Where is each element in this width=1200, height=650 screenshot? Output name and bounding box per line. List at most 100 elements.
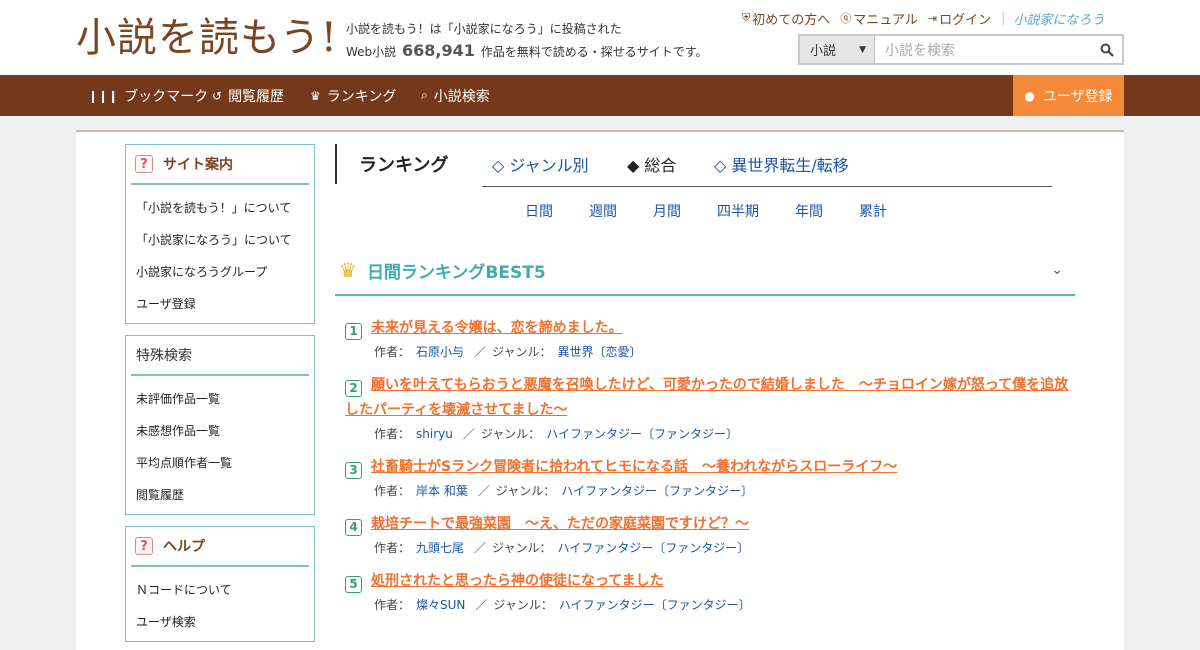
sidebar-item-narou-group[interactable]: 小説家になろうグループ xyxy=(126,255,314,287)
author-label: 作者： xyxy=(374,427,411,441)
top-links: ⛨ 初めての方へ ⓠ マニュアル ⇥ ログイン | 小説家になろう xyxy=(742,8,1124,28)
novel-title-link[interactable]: 願いを叶えてもらおうと悪魔を召喚したけど、可愛かったので結婚しました ～チョロイ… xyxy=(345,377,1068,418)
nav-bookmark[interactable]: ❙❙❙ ブックマーク xyxy=(88,75,208,116)
novel-title-link[interactable]: 未来が見える令嬢は、恋を諦めました。 xyxy=(371,320,623,336)
sidebar-item-avg-score-authors[interactable]: 平均点順作者一覧 xyxy=(126,446,314,478)
sidebar-help-title: ヘルプ xyxy=(163,539,205,555)
manual-link[interactable]: ⓠ マニュアル xyxy=(840,9,918,28)
period-tabs: 日間 週間 月間 四半期 年間 累計 xyxy=(525,201,923,221)
novel-title-link[interactable]: 社畜騎士がSランク冒険者に拾われてヒモになる話 ～養われながらスローライフ～ xyxy=(371,459,897,475)
genre-link[interactable]: 異世界〔恋愛〕 xyxy=(557,345,641,359)
ranking-tabs: ◇ ジャンル別 ◆ 総合 ◇ 異世界転生/転移 xyxy=(482,144,1052,187)
sidebar-item-history[interactable]: 閲覧履歴 xyxy=(126,478,314,510)
author-link[interactable]: shiryu xyxy=(416,427,453,441)
genre-link[interactable]: ハイファンタジー〔ファンタジー〕 xyxy=(557,541,749,555)
tagline-line2: Web小説 668,941 作品を無料で読める・探せるサイトです。 xyxy=(346,40,708,63)
genre-link[interactable]: ハイファンタジー〔ファンタジー〕 xyxy=(546,427,738,441)
genre-link[interactable]: ハイファンタジー〔ファンタジー〕 xyxy=(559,598,751,612)
login-link[interactable]: ⇥ ログイン xyxy=(928,9,991,28)
novel-title-link[interactable]: 処刑されたと思ったら神の使徒になってました xyxy=(371,573,664,589)
site-tagline: 小説を読もう！は「小説家になろう」に投稿された Web小説 668,941 作品… xyxy=(346,18,708,63)
search-button[interactable] xyxy=(1092,36,1122,63)
question-circle-icon: ⓠ xyxy=(840,12,852,25)
dropdown-arrow-icon: ▼ xyxy=(859,44,866,55)
ranking-item-title-row: 2 願いを叶えてもらおうと悪魔を召喚したけど、可愛かったので結婚しました ～チョロ… xyxy=(345,373,1075,423)
shield-icon: ⛨ xyxy=(742,11,751,24)
nav-bookmark-label: ブックマーク xyxy=(124,88,209,105)
sidebar-item-about-narou[interactable]: 「小説家になろう」について xyxy=(126,223,314,255)
rank-number: 4 xyxy=(345,518,362,536)
genre-link[interactable]: ハイファンタジー〔ファンタジー〕 xyxy=(561,484,753,498)
search-input[interactable] xyxy=(875,36,1092,63)
novel-meta: 作者： shiryu ／ ジャンル： ハイファンタジー〔ファンタジー〕 xyxy=(345,423,1075,445)
sidebar-item-user-search[interactable]: ユーザ検索 xyxy=(126,605,314,637)
sidebar-item-about-yomou[interactable]: 「小説を読もう！」について xyxy=(126,191,314,223)
nav-search[interactable]: ⌕ 小説検索 xyxy=(421,75,490,116)
author-link[interactable]: 燦々SUN xyxy=(416,598,465,612)
period-yearly[interactable]: 年間 xyxy=(795,201,823,221)
narou-brand-link[interactable]: 小説家になろう xyxy=(1014,9,1105,28)
site-logo[interactable]: 小説を読もう! xyxy=(76,14,338,62)
novel-title-link[interactable]: 栽培チートで最強菜園 ～え、ただの家庭菜園ですけど？～ xyxy=(371,516,749,532)
nav-history[interactable]: ↺ 閲覧履歴 xyxy=(212,75,284,116)
sidebar-item-user-register[interactable]: ユーザ登録 xyxy=(126,287,314,319)
sidebar-site-guide-heading: ? サイト案内 xyxy=(131,145,309,185)
sidebar-item-no-comments[interactable]: 未感想作品一覧 xyxy=(126,414,314,446)
author-link[interactable]: 石原小与 xyxy=(416,345,464,359)
tab-isekai[interactable]: ◇ 異世界転生/転移 xyxy=(714,152,849,176)
genre-label: ジャンル： xyxy=(493,598,553,612)
nav-history-label: 閲覧履歴 xyxy=(228,88,285,105)
ranking-item: 5 処刑されたと思ったら神の使徒になってました 作者： 燦々SUN ／ ジャンル： ハイフ… xyxy=(345,569,1075,616)
novel-count: 668,941 xyxy=(402,41,475,60)
ranking-item: 1 未来が見える令嬢は、恋を諦めました。 作者： 石原小与 ／ ジャンル： 異世界〔恋愛〕 xyxy=(345,316,1075,363)
register-button[interactable]: ● ユーザ登録 xyxy=(1013,75,1124,116)
main-nav: ❙❙❙ ブックマーク ↺ 閲覧履歴 ♛ ランキング ⌕ 小説検索 ● ユーザ登録 xyxy=(0,75,1200,116)
period-weekly[interactable]: 週間 xyxy=(589,201,617,221)
chevron-down-icon[interactable]: ⌄ xyxy=(1051,262,1063,278)
period-total[interactable]: 累計 xyxy=(859,201,887,221)
rank-number: 5 xyxy=(345,575,362,593)
sidebar-special-search-list: 未評価作品一覧 未感想作品一覧 平均点順作者一覧 閲覧履歴 xyxy=(126,376,314,514)
author-label: 作者： xyxy=(374,541,411,555)
history-icon: ↺ xyxy=(212,88,223,103)
novel-meta: 作者： 燦々SUN ／ ジャンル： ハイファンタジー〔ファンタジー〕 xyxy=(345,594,1075,616)
beginners-link[interactable]: ⛨ 初めての方へ xyxy=(742,9,830,28)
author-link[interactable]: 九頭七尾 xyxy=(416,541,464,555)
period-quarterly[interactable]: 四半期 xyxy=(717,201,759,221)
meta-separator: ／ xyxy=(474,345,487,359)
main-content-card: ? サイト案内 「小説を読もう！」について 「小説家になろう」について 小説家に… xyxy=(76,130,1124,650)
sidebar-special-search-title: 特殊検索 xyxy=(131,336,309,376)
divider: | xyxy=(1001,10,1006,26)
crown-icon: ♛ xyxy=(310,88,321,103)
ranking-item: 2 願いを叶えてもらおうと悪魔を召喚したけど、可愛かったので結婚しました ～チョロ… xyxy=(345,373,1075,445)
sidebar-item-unrated[interactable]: 未評価作品一覧 xyxy=(126,382,314,414)
ranking-item: 4 栽培チートで最強菜園 ～え、ただの家庭菜園ですけど？～ 作者： 九頭七尾 ／ ジャン… xyxy=(345,512,1075,559)
ranking-item-title-row: 1 未来が見える令嬢は、恋を諦めました。 xyxy=(345,316,1075,341)
bookmark-icon: ❙❙❙ xyxy=(88,88,119,103)
sidebar-item-ncode[interactable]: Ｎコードについて xyxy=(126,573,314,605)
daily-best5-header[interactable]: ♛ 日間ランキングBEST5 ⌄ xyxy=(335,246,1075,296)
author-link[interactable]: 岸本 和葉 xyxy=(416,484,468,498)
nav-search-label: 小説検索 xyxy=(433,88,490,105)
search-icon: ⌕ xyxy=(421,88,428,102)
register-button-label: ユーザ登録 xyxy=(1042,88,1113,105)
manual-link-label: マニュアル xyxy=(853,12,918,28)
crown-icon: ♛ xyxy=(339,258,357,282)
nav-ranking-label: ランキング xyxy=(326,88,397,105)
tagline-pre: Web小説 xyxy=(346,45,397,59)
user-icon: ● xyxy=(1024,88,1035,103)
period-monthly[interactable]: 月間 xyxy=(653,201,681,221)
ranking-item-title-row: 5 処刑されたと思ったら神の使徒になってました xyxy=(345,569,1075,594)
nav-ranking[interactable]: ♛ ランキング xyxy=(310,75,396,116)
genre-label: ジャンル： xyxy=(492,541,552,555)
sidebar-site-guide-list: 「小説を読もう！」について 「小説家になろう」について 小説家になろうグループ … xyxy=(126,185,314,323)
novel-meta: 作者： 九頭七尾 ／ ジャンル： ハイファンタジー〔ファンタジー〕 xyxy=(345,537,1075,559)
period-daily[interactable]: 日間 xyxy=(525,201,553,221)
tab-overall[interactable]: ◆ 総合 xyxy=(627,152,676,176)
genre-label: ジャンル： xyxy=(480,427,541,441)
tab-genre[interactable]: ◇ ジャンル別 xyxy=(492,152,589,176)
meta-separator: ／ xyxy=(475,598,488,612)
sidebar-site-guide-title: サイト案内 xyxy=(163,157,233,173)
rank-number: 3 xyxy=(345,461,362,479)
search-type-select[interactable]: 小説 ▼ xyxy=(800,36,875,63)
